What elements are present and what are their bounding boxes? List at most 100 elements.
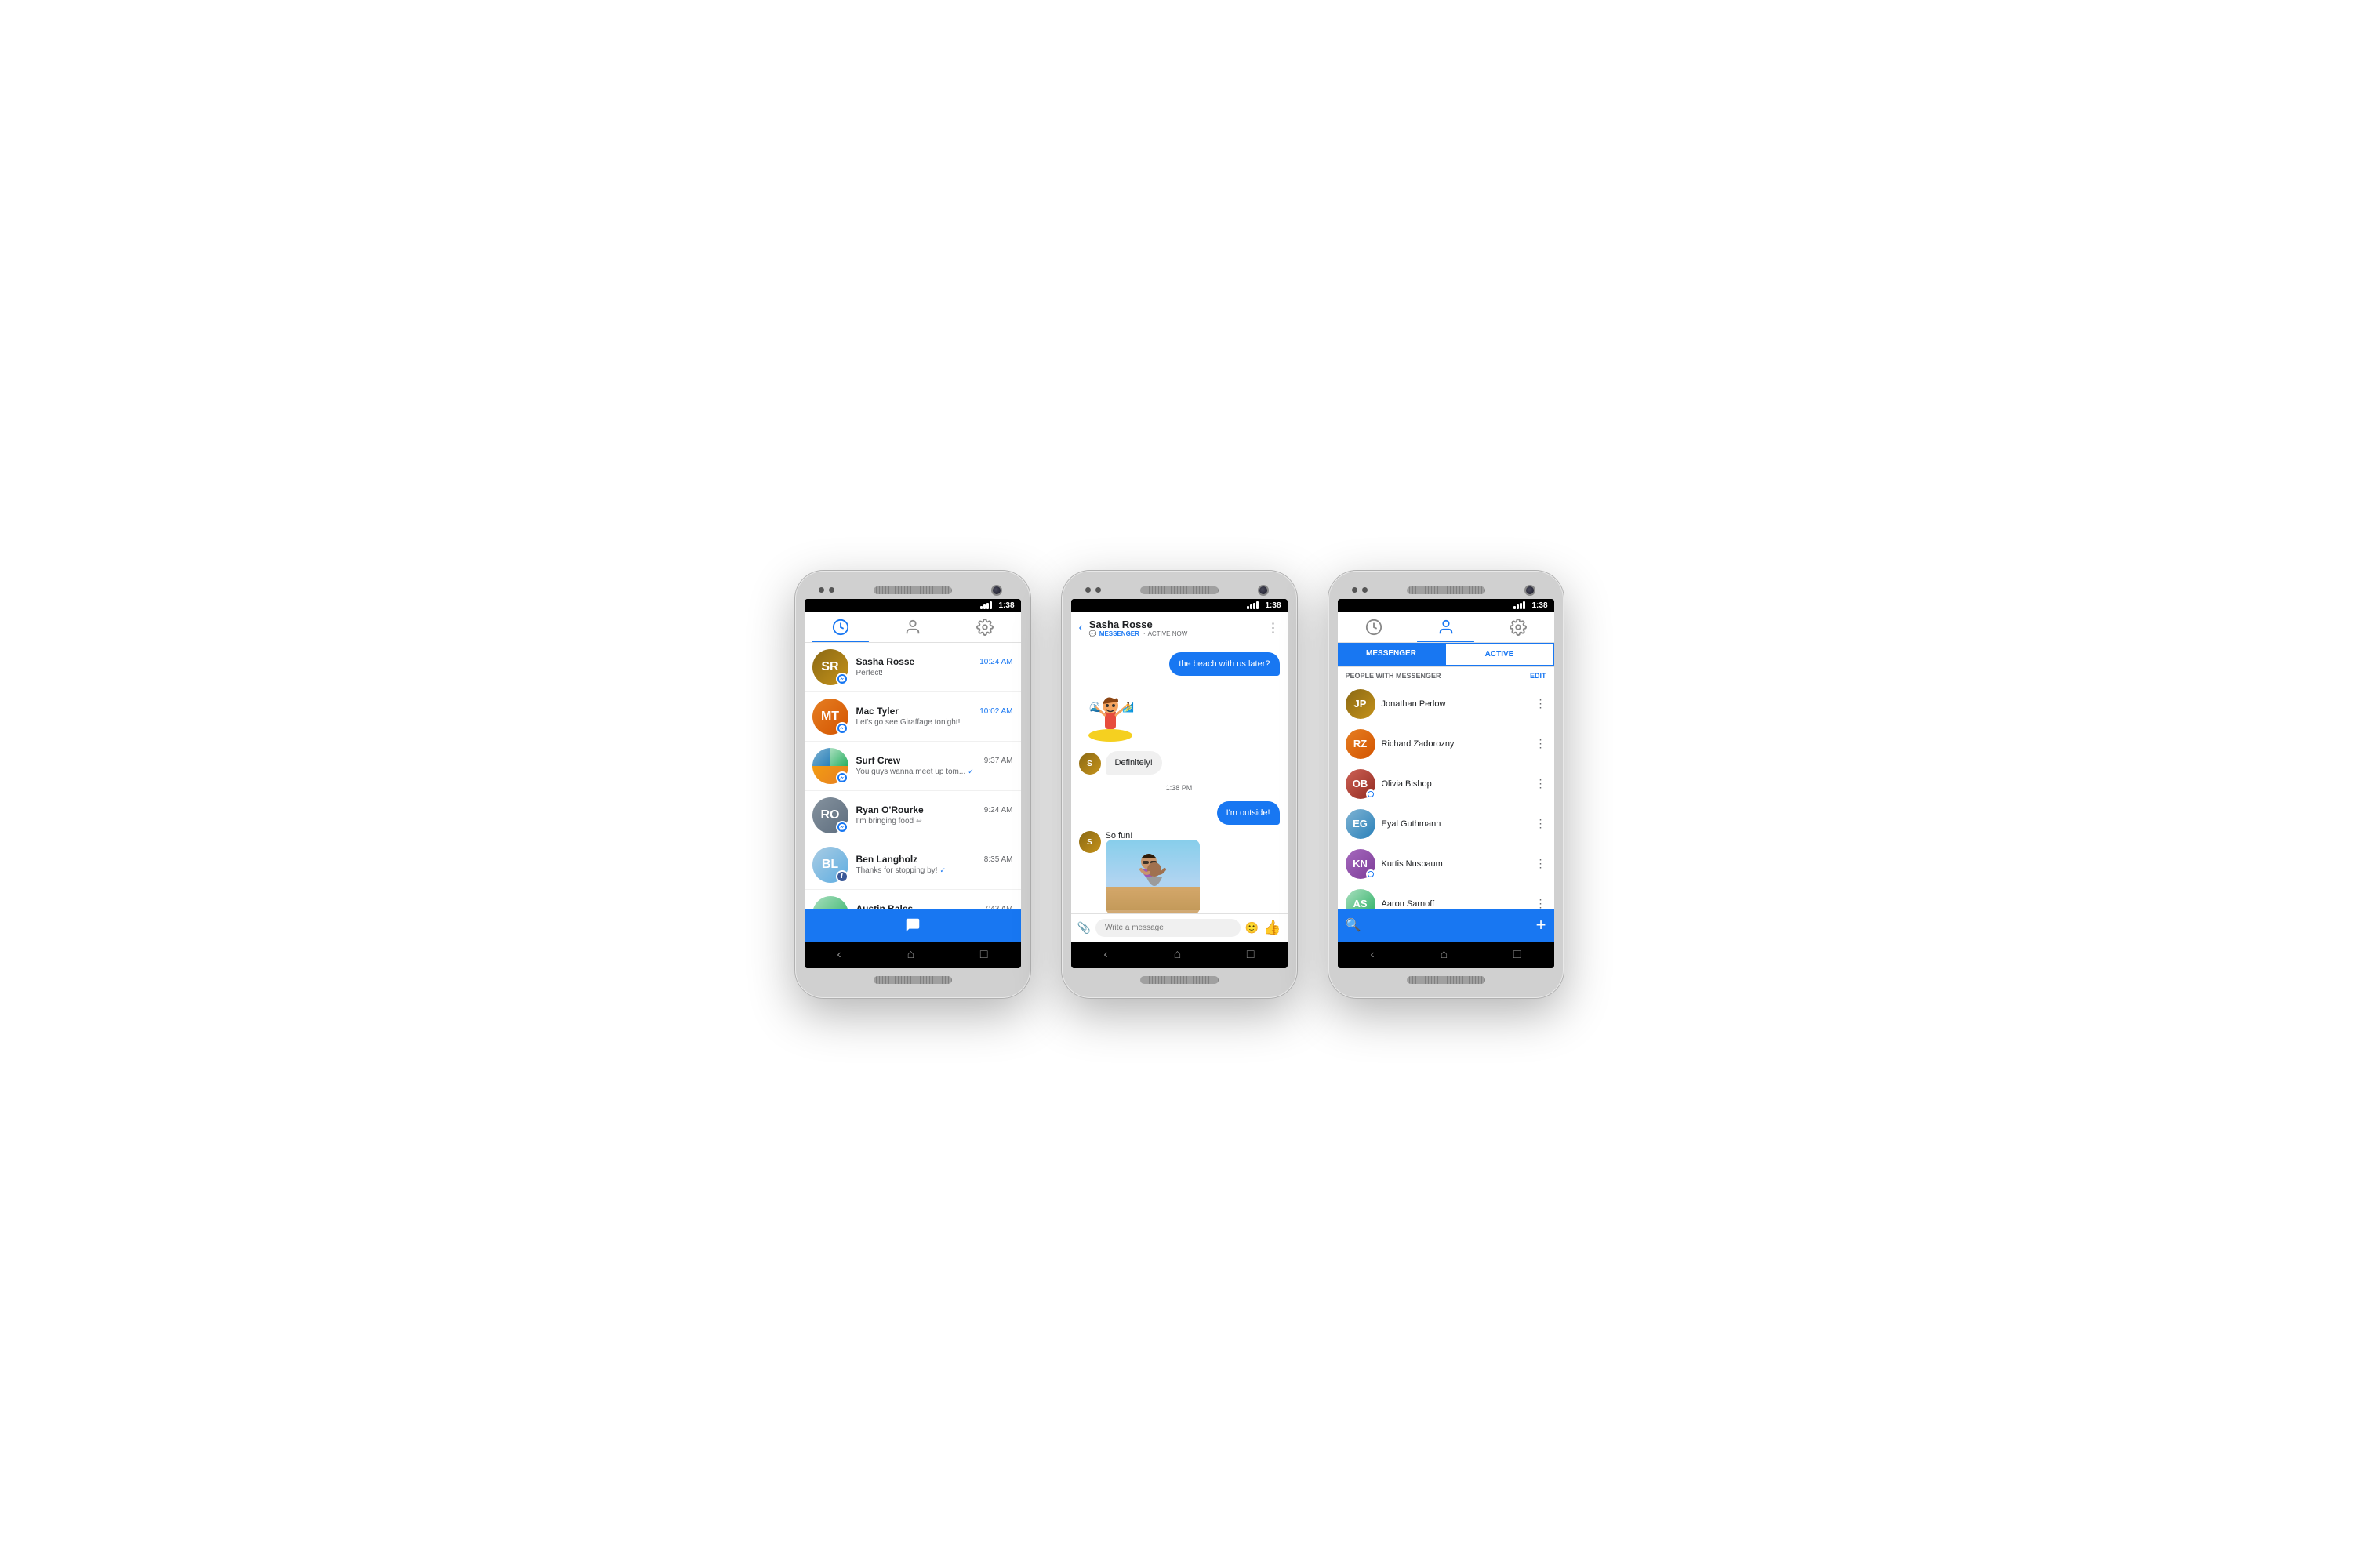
people-more-eyal[interactable]: ⋮ (1535, 817, 1546, 830)
conv-item-mac[interactable]: MT Mac Tyler 10:02 AM Let's go see (805, 692, 1021, 742)
conv-header-mac: Mac Tyler 10:02 AM (856, 706, 1013, 717)
svg-text:🌊: 🌊 (1089, 702, 1101, 713)
nav-tabs-3 (1338, 612, 1554, 643)
square-button-3[interactable]: □ (1513, 948, 1521, 962)
people-sub-tabs: MESSENGER ACTIVE (1338, 643, 1554, 667)
tab-messenger[interactable]: MESSENGER (1338, 643, 1445, 666)
conv-preview-text-ben: Thanks for stopping by! (856, 866, 938, 875)
app-content-1: SR Sasha Rosse 10:24 AM Perfect! (805, 612, 1021, 942)
people-item-richard[interactable]: RZ Richard Zadorozny ⋮ (1338, 724, 1554, 764)
tab-recent-3[interactable] (1338, 619, 1410, 642)
phone-chat: 1:38 ‹ Sasha Rosse 💬 MESSENGER · ACTIVE … (1062, 571, 1297, 998)
people-item-olivia[interactable]: OB Olivia Bishop ⋮ (1338, 764, 1554, 804)
back-button-2[interactable]: ‹ (1103, 948, 1107, 962)
tab-settings-3[interactable] (1482, 619, 1554, 642)
phone-people: 1:38 (1328, 571, 1564, 998)
message-input[interactable] (1095, 919, 1241, 937)
people-more-richard[interactable]: ⋮ (1535, 737, 1546, 750)
phone-camera-2 (1258, 585, 1269, 596)
conv-item-surfcrew[interactable]: Surf Crew 9:37 AM You guys wanna meet up… (805, 742, 1021, 791)
avatar-wrap-austin: AB (812, 896, 848, 909)
tab-people-3[interactable] (1410, 619, 1482, 642)
surfer-sticker-svg: 🌊 🏄 (1083, 682, 1138, 745)
people-item-kurtis[interactable]: KN Kurtis Nusbaum ⋮ (1338, 844, 1554, 884)
tab-active[interactable]: ACTIVE (1445, 643, 1554, 666)
conv-preview-sasha: Perfect! (856, 669, 1013, 677)
people-name-kurtis: Kurtis Nusbaum (1382, 859, 1535, 869)
like-button[interactable]: 👍 (1263, 920, 1281, 936)
msg-row-sticker: 🌊 🏄 (1079, 682, 1280, 745)
phone-dots-2 (1085, 587, 1101, 593)
tab-settings[interactable] (949, 619, 1021, 642)
phone-speaker-2 (1140, 586, 1219, 594)
conv-info-surfcrew: Surf Crew 9:37 AM You guys wanna meet up… (856, 755, 1013, 776)
back-button-1[interactable]: ‹ (837, 948, 841, 962)
people-name-jonathan: Jonathan Perlow (1382, 699, 1535, 709)
conv-item-austin[interactable]: AB Austin Bales 7:43 AM Meet you d (805, 890, 1021, 909)
chat-back-button[interactable]: ‹ (1079, 621, 1083, 635)
badge-mac (836, 722, 848, 735)
people-more-kurtis[interactable]: ⋮ (1535, 857, 1546, 870)
conv-preview-ryan: I'm bringing food ↩ (856, 817, 1013, 826)
chat-contact-name: Sasha Rosse (1089, 619, 1267, 630)
bottom-speaker-1 (874, 976, 952, 984)
status-time-2: 1:38 (1265, 601, 1281, 610)
signal-indicator-2 (1247, 601, 1259, 609)
home-button-2[interactable]: ⌂ (1173, 948, 1181, 962)
square-button-1[interactable]: □ (980, 948, 988, 962)
people-item-eyal[interactable]: EG Eyal Guthmann ⋮ (1338, 804, 1554, 844)
phone-top-1 (805, 580, 1021, 599)
status-time-3: 1:38 (1531, 601, 1547, 610)
msg-row-6: S So fun! (1079, 831, 1280, 913)
msg-bubble-1: the beach with us later? (1169, 652, 1279, 676)
reply-icon-ryan: ↩ (916, 817, 922, 826)
app-content-3: MESSENGER ACTIVE PEOPLE WITH MESSENGER E… (1338, 612, 1554, 942)
chat-input-bar: 📎 🙂 👍 (1071, 913, 1288, 942)
conv-time-sasha: 10:24 AM (979, 658, 1012, 666)
nav-tabs-1 (805, 612, 1021, 643)
square-button-2[interactable]: □ (1247, 948, 1255, 962)
compose-icon[interactable] (904, 916, 921, 934)
avatar-wrap-mac: MT (812, 699, 848, 735)
people-more-aaron[interactable]: ⋮ (1535, 897, 1546, 909)
status-time-1: 1:38 (998, 601, 1014, 610)
conv-header-ryan: Ryan O'Rourke 9:24 AM (856, 804, 1013, 815)
active-label: · (1143, 630, 1146, 637)
bottom-speaker-2 (1140, 976, 1219, 984)
phone-top-2 (1071, 580, 1288, 599)
phone-dots-1 (819, 587, 834, 593)
attachment-icon[interactable]: 📎 (1077, 921, 1091, 935)
conv-preview-text-mac: Let's go see Giraffage tonight! (856, 718, 961, 727)
home-button-3[interactable]: ⌂ (1440, 948, 1448, 962)
people-item-jonathan[interactable]: JP Jonathan Perlow ⋮ (1338, 684, 1554, 724)
people-item-aaron[interactable]: AS Aaron Sarnoff ⋮ (1338, 884, 1554, 909)
svg-text:🏄: 🏄 (1122, 702, 1134, 713)
tab-people[interactable] (877, 619, 949, 642)
tab-recent[interactable] (805, 619, 877, 642)
signal-indicator-3 (1513, 601, 1525, 609)
home-button-1[interactable]: ⌂ (907, 948, 914, 962)
bottom-bar-1 (805, 909, 1021, 942)
badge-ryan (836, 821, 848, 833)
conv-item-sasha[interactable]: SR Sasha Rosse 10:24 AM Perfect! (805, 643, 1021, 692)
conv-item-ben[interactable]: BL f Ben Langholz 8:35 AM Thanks for sto… (805, 840, 1021, 890)
people-more-olivia[interactable]: ⋮ (1535, 777, 1546, 790)
add-icon[interactable]: + (1536, 915, 1546, 935)
edit-button[interactable]: EDIT (1530, 672, 1546, 680)
phone-bottom-3 (1338, 968, 1554, 989)
people-more-jonathan[interactable]: ⋮ (1535, 697, 1546, 710)
nav-bar-3: ‹ ⌂ □ (1338, 942, 1554, 968)
phone-conversations: 1:38 (795, 571, 1030, 998)
active-now-label: ACTIVE NOW (1148, 630, 1188, 637)
search-icon[interactable]: 🔍 (1346, 917, 1361, 933)
people-name-aaron: Aaron Sarnoff (1382, 899, 1535, 909)
people-avatar-richard: RZ (1346, 729, 1375, 759)
messenger-logo-small: 💬 (1089, 630, 1097, 637)
conv-item-ryan[interactable]: RO Ryan O'Rourke 9:24 AM I'm bring (805, 791, 1021, 840)
conv-name-ryan: Ryan O'Rourke (856, 804, 924, 815)
emoji-icon[interactable]: 🙂 (1245, 921, 1259, 935)
back-button-3[interactable]: ‹ (1370, 948, 1374, 962)
messenger-label: MESSENGER (1099, 630, 1139, 637)
more-options-button[interactable]: ⋮ (1267, 620, 1280, 636)
phone-top-3 (1338, 580, 1554, 599)
